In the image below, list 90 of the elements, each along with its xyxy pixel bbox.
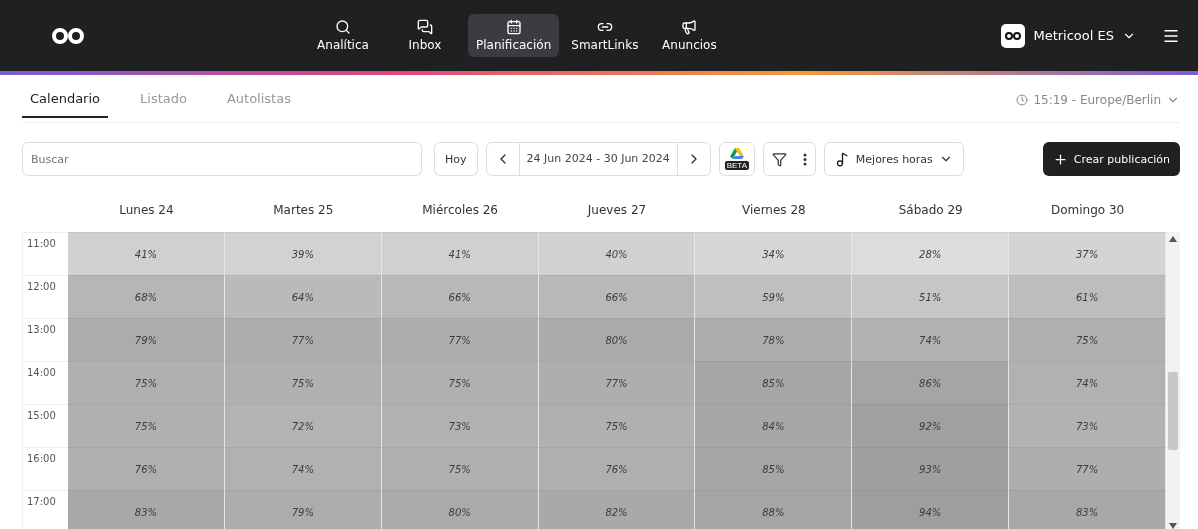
heatmap-cell[interactable]: 86%: [852, 361, 1010, 404]
day-header: Martes 25: [272, 202, 335, 219]
heatmap-cell[interactable]: 77%: [381, 318, 539, 361]
account-logo-icon: [1001, 23, 1026, 48]
heatmap-cell[interactable]: 77%: [538, 361, 696, 404]
heatmap-cell[interactable]: 80%: [381, 490, 539, 529]
heatmap-cell[interactable]: 68%: [68, 275, 225, 318]
search-icon: [335, 19, 351, 35]
day-header: Jueves 27: [586, 202, 648, 219]
music-note-icon: [834, 151, 850, 167]
heatmap-cell[interactable]: 88%: [695, 490, 853, 529]
heatmap-cell[interactable]: 40%: [538, 232, 696, 275]
heatmap-cell[interactable]: 93%: [852, 447, 1010, 490]
chat-bubbles-icon: [417, 19, 433, 35]
heatmap-cell[interactable]: 85%: [695, 447, 853, 490]
heatmap-cell[interactable]: 78%: [695, 318, 853, 361]
heatmap-cell[interactable]: 66%: [538, 275, 696, 318]
heatmap-cell[interactable]: 41%: [68, 232, 225, 275]
heatmap-cell[interactable]: 74%: [224, 447, 382, 490]
more-icon: [802, 152, 807, 166]
create-post-button[interactable]: Crear publicación: [1042, 142, 1180, 176]
nav-tab[interactable]: SmartLinks: [563, 14, 647, 57]
heatmap-cell[interactable]: 51%: [852, 275, 1010, 318]
nav-tab[interactable]: Planificación: [468, 14, 560, 57]
heatmap-cell[interactable]: 75%: [224, 361, 382, 404]
heatmap-cell[interactable]: 76%: [538, 447, 696, 490]
heatmap-cell[interactable]: 85%: [695, 361, 853, 404]
heatmap-cell[interactable]: 64%: [224, 275, 382, 318]
logo-icon[interactable]: [50, 25, 86, 46]
heatmap-cell[interactable]: 66%: [381, 275, 539, 318]
heatmap-cell[interactable]: 72%: [224, 404, 382, 447]
heatmap-cell[interactable]: 75%: [381, 447, 539, 490]
heatmap-cell[interactable]: 76%: [68, 447, 225, 490]
heatmap-cell[interactable]: 79%: [68, 318, 225, 361]
heatmap-cell[interactable]: 75%: [381, 361, 539, 404]
day-header: Miércoles 26: [421, 202, 499, 219]
day-header: Sábado 29: [897, 202, 964, 219]
heatmap-cell[interactable]: 77%: [1009, 447, 1166, 490]
day-header: Lunes 24: [118, 202, 175, 219]
heatmap-cell[interactable]: 59%: [695, 275, 853, 318]
heatmap-cell[interactable]: 61%: [1009, 275, 1166, 318]
heatmap-cell[interactable]: 34%: [695, 232, 853, 275]
timezone-selector[interactable]: 15:19 - Europe/Berlin: [1016, 92, 1180, 107]
scroll-thumb[interactable]: [1168, 372, 1178, 450]
view-tab[interactable]: Autolistas: [218, 81, 299, 118]
filter-icon: [771, 151, 787, 167]
heatmap-cell[interactable]: 79%: [224, 490, 382, 529]
timezone-text: 15:19 - Europe/Berlin: [1033, 92, 1161, 107]
scroll-down-icon[interactable]: [1169, 523, 1177, 529]
nav-tab[interactable]: Analítica: [304, 14, 382, 57]
heatmap-cell[interactable]: 74%: [1009, 361, 1166, 404]
day-header: Domingo 30: [1049, 202, 1126, 219]
beta-badge: BETA: [724, 161, 749, 170]
triangle-logo-icon: [729, 148, 744, 160]
heatmap-cell[interactable]: 73%: [381, 404, 539, 447]
heatmap-cell[interactable]: 73%: [1009, 404, 1166, 447]
heatmap-cell[interactable]: 28%: [852, 232, 1010, 275]
heatmap-cell[interactable]: 41%: [381, 232, 539, 275]
heatmap-cell[interactable]: 84%: [695, 404, 853, 447]
drive-button[interactable]: BETA: [718, 142, 755, 176]
today-button[interactable]: Hoy: [434, 142, 478, 176]
search-field[interactable]: Buscar: [22, 142, 422, 176]
heatmap-cell[interactable]: 37%: [1009, 232, 1166, 275]
nav-tab[interactable]: Inbox: [386, 14, 464, 57]
heatmap-cell[interactable]: 75%: [68, 361, 225, 404]
clock-icon: [1016, 93, 1029, 106]
heatmap-cell[interactable]: 75%: [68, 404, 225, 447]
heatmap-cell[interactable]: 77%: [224, 318, 382, 361]
megaphone-icon: [681, 19, 698, 35]
heatmap-cell[interactable]: 75%: [538, 404, 696, 447]
heatmap-cell[interactable]: 92%: [852, 404, 1010, 447]
heatmap-cell[interactable]: 74%: [852, 318, 1010, 361]
plus-icon: [1052, 151, 1068, 167]
calendar-icon: [505, 19, 522, 35]
nav-tab[interactable]: Anuncios: [650, 14, 729, 57]
scrollbar[interactable]: [1166, 232, 1180, 529]
scroll-up-icon[interactable]: [1169, 236, 1177, 242]
heatmap-cell[interactable]: 94%: [852, 490, 1010, 529]
heatmap-cell[interactable]: 83%: [1009, 490, 1166, 529]
account-selector[interactable]: Metricool ES: [995, 22, 1142, 49]
date-range: 24 Jun 2024 - 30 Jun 2024: [518, 143, 678, 175]
heatmap-cell[interactable]: 39%: [224, 232, 382, 275]
heatmap-cell[interactable]: 82%: [538, 490, 696, 529]
best-hours-dropdown[interactable]: Mejores horas: [823, 142, 964, 176]
view-tab[interactable]: Calendario: [22, 81, 109, 118]
heatmap-cell[interactable]: 80%: [538, 318, 696, 361]
day-header: Viernes 28: [741, 202, 807, 219]
view-tab[interactable]: Listado: [132, 81, 195, 118]
heatmap-cell[interactable]: 83%: [68, 490, 225, 529]
heatmap-cell[interactable]: 75%: [1009, 318, 1166, 361]
